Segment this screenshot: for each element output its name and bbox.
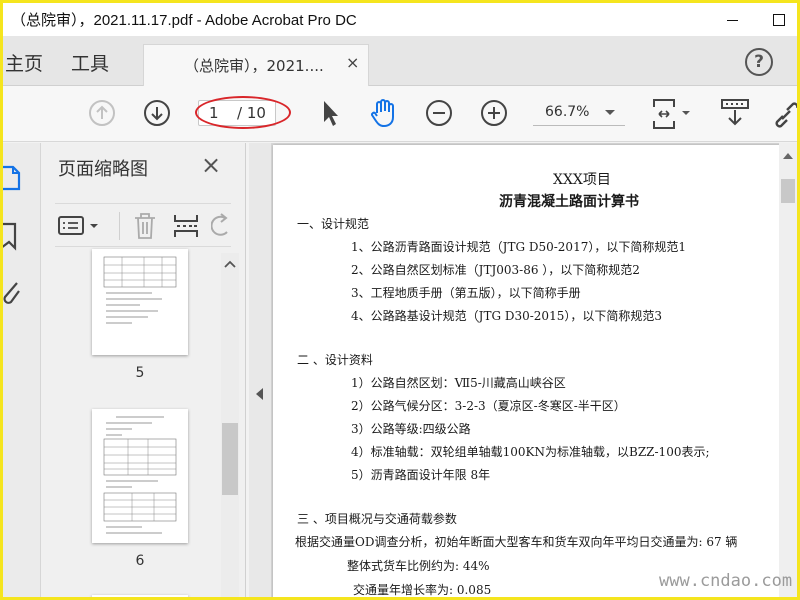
select-cursor-icon[interactable] [318,98,342,128]
panel-close-icon[interactable]: × [201,151,221,179]
thumbnail-page[interactable] [92,409,188,543]
rotate-icon[interactable] [211,212,231,240]
document-text-line: 4、公路路基设计规范（JTG D30-2015），以下简称规范3 [351,309,662,323]
document-text-line: 二 、设计资料 [297,353,373,367]
trash-icon[interactable] [133,212,157,240]
thumbnail-page-number: 5 [135,365,145,381]
tab-close-icon[interactable]: × [346,53,359,72]
document-text-line: 2）公路气候分区：3-2-3（夏凉区-冬寒区-半干区） [351,399,626,413]
bookmark-icon[interactable] [1,221,21,251]
menu-home[interactable]: 主页 [5,49,43,76]
thumbnail-page[interactable] [92,595,188,597]
document-page: XXX项目沥青混凝土路面计算书一、设计规范 1、公路沥青路面设计规范（JTG D5… [273,145,781,597]
document-text-line: 一、设计规范 [297,217,370,231]
app-window: （总院审），2021.11.17.pdf - Adobe Acrobat Pro… [0,0,800,600]
panel-collapse-handle[interactable] [249,143,271,597]
document-text-line: 交通量年增长率为: 0.085 [353,583,492,597]
thumbnail-preview [103,256,177,324]
document-text-line: 根据交通量OD调查分析，初始年断面大型客车和货车双向年平均日交通量为: 67 辆 [295,535,738,549]
fit-page-icon[interactable] [651,97,693,131]
minimize-button[interactable] [709,3,755,36]
document-heading: 沥青混凝土路面计算书 [499,194,639,210]
options-menu-icon[interactable] [57,214,103,238]
scroll-thumb[interactable] [222,423,238,495]
document-text-line: 3）公路等级:四级公路 [351,422,471,436]
previous-page-icon[interactable] [88,99,116,127]
document-scrollbar[interactable] [779,143,797,597]
collapse-arrow-icon [256,388,263,400]
help-icon[interactable]: ? [745,48,773,76]
link-icon[interactable] [773,98,797,128]
document-tab-label: （总院审），2021.... [184,57,324,75]
panel-toolbar-divider [119,212,120,240]
document-text-line: 5）沥青路面设计年限 8年 [351,468,491,482]
tab-bar: 主页 工具 （总院审），2021.... × ? [3,36,797,86]
chevron-down-icon [605,110,615,115]
scroll-mode-icon[interactable] [720,97,750,129]
thumbnails-scrollbar[interactable] [221,253,239,597]
document-text-line: 4）标准轴载：双轮组单轴载100KN为标准轴载，以BZZ-100表示; [351,445,710,459]
main-toolbar: 1 / 10 66.7% [3,86,797,142]
document-text-line: 2、公路自然区划标准（JTJ003-86 ），以下简称规范2 [351,263,640,277]
attachment-icon[interactable] [1,277,23,307]
document-tab[interactable]: （总院审），2021.... × [143,44,369,86]
hand-tool-icon[interactable] [369,97,399,129]
zoom-out-icon[interactable] [425,99,453,127]
scroll-thumb[interactable] [781,179,795,203]
insert-pages-icon[interactable] [173,212,199,240]
annotation-oval [195,96,291,129]
watermark: www.cndao.com [659,571,793,591]
document-text-line: 3、工程地质手册（第五版），以下简称手册 [351,286,581,300]
thumbnail-page[interactable] [92,249,188,355]
thumbnail-preview [103,416,177,534]
navigation-rail [1,143,41,597]
document-text-line: 1）公路自然区划：Ⅶ5-川藏高山峡谷区 [351,376,566,390]
scroll-up-icon[interactable] [783,153,793,159]
next-page-icon[interactable] [143,99,171,127]
thumbnails-panel: 页面缩略图 × 5 6 [41,143,246,597]
zoom-level-select[interactable]: 66.7% [533,100,625,126]
page-thumbnails-icon[interactable] [1,163,23,193]
window-title: （总院审），2021.11.17.pdf - Adobe Acrobat Pro… [11,12,357,29]
panel-title: 页面缩略图 [58,159,148,180]
document-text-line: 整体式货车比例约为: 44% [347,559,490,573]
zoom-value: 66.7% [545,104,590,120]
document-text-line: 1、公路沥青路面设计规范（JTG D50-2017），以下简称规范1 [351,240,686,254]
document-text-line: 三 、项目概况与交通荷载参数 [297,512,457,526]
scroll-up-icon[interactable] [224,259,236,269]
maximize-button[interactable] [755,3,797,36]
zoom-in-icon[interactable] [480,99,508,127]
thumbnail-page-number: 6 [135,553,145,569]
panel-toolbar [55,203,231,247]
title-bar: （总院审），2021.11.17.pdf - Adobe Acrobat Pro… [3,3,797,36]
menu-tools[interactable]: 工具 [71,49,109,76]
document-viewer[interactable]: XXX项目沥青混凝土路面计算书一、设计规范 1、公路沥青路面设计规范（JTG D5… [271,143,797,597]
document-heading: XXX项目 [553,172,611,188]
